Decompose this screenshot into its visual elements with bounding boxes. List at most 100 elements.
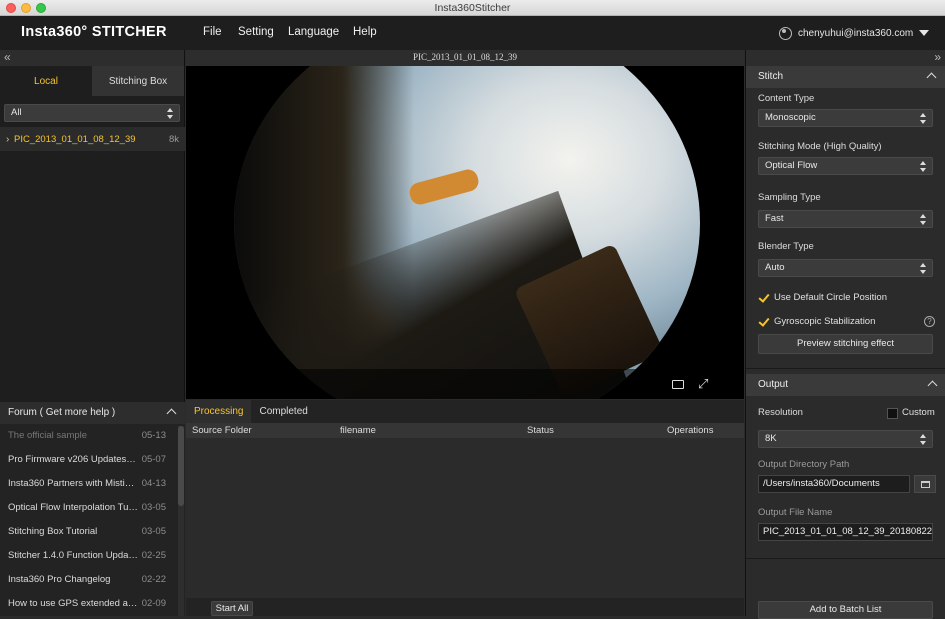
column-status[interactable]: Status [527,423,554,438]
file-name: PIC_2013_01_01_08_12_39 [14,134,136,145]
blender-type-label: Blender Type [758,241,814,252]
output-section-title: Output [758,379,789,390]
resolution-value: 8K [765,433,777,444]
checkmark-icon[interactable] [758,292,769,303]
select-arrows-icon [920,263,926,274]
folder-icon [921,481,930,488]
stitch-section-header[interactable]: Stitch [746,66,945,88]
user-account-menu[interactable]: chenyuhui@insta360.com [779,25,930,41]
menu-language[interactable]: Language [288,26,339,38]
screen-mode-icon[interactable] [672,380,684,389]
file-list-item[interactable]: › PIC_2013_01_01_08_12_39 8k [0,127,185,151]
select-arrows-icon [920,161,926,172]
chevron-up-icon[interactable] [926,72,937,83]
forum-item[interactable]: Optical Flow Interpolation Tutor... 03-05 [0,496,176,520]
select-arrows-icon [167,108,173,119]
help-icon[interactable]: ? [924,316,935,327]
column-filename[interactable]: filename [340,423,376,438]
app-logo: Insta360° STITCHER [21,24,167,40]
menu-file[interactable]: File [203,26,222,38]
chevron-right-icon[interactable]: › [6,134,9,145]
output-file-field[interactable]: PIC_2013_01_01_08_12_39_2018082217 [758,523,933,541]
forum-scroll-thumb[interactable] [178,426,184,506]
column-operations[interactable]: Operations [667,423,713,438]
forum-title: Forum ( Get more help ) [8,407,116,418]
processing-panel: Processing Completed Source Folder filen… [186,400,744,616]
forum-item-date: 02-09 [141,598,166,609]
window-titlebar: Insta360Stitcher [0,0,945,16]
window-title: Insta360Stitcher [434,2,511,14]
forum-item[interactable]: Stitching Box Tutorial 03-05 [0,520,176,544]
content-type-label: Content Type [758,93,815,104]
output-section-header[interactable]: Output [746,374,945,396]
stitch-section-title: Stitch [758,71,784,82]
resolution-select[interactable]: 8K [758,430,933,448]
right-panel: » Stitch Content Type Monoscopic Stitchi… [745,50,945,619]
output-file-label: Output File Name [758,507,833,518]
add-to-batch-button[interactable]: Add to Batch List [758,601,933,619]
app-menubar: Insta360° STITCHER File Setting Language… [0,16,945,50]
sampling-type-select[interactable]: Fast [758,210,933,228]
forum-scrollbar[interactable] [178,426,184,616]
forum-item-date: 03-05 [141,526,166,537]
preview-title: PIC_2013_01_01_08_12_39 [186,50,744,66]
tab-processing[interactable]: Processing [186,400,252,423]
collapse-right-panel-button[interactable]: » [746,50,945,66]
forum-item-date: 02-25 [141,550,166,561]
tab-completed[interactable]: Completed [251,400,315,423]
file-filter-select[interactable]: All [4,104,180,122]
forum-header[interactable]: Forum ( Get more help ) [0,402,185,424]
menu-setting[interactable]: Setting [238,26,274,38]
tab-local[interactable]: Local [0,66,92,96]
output-dir-label: Output Directory Path [758,459,850,470]
processing-tabs: Processing Completed [186,400,744,423]
checkmark-icon[interactable] [758,316,769,327]
section-divider [746,368,945,369]
select-arrows-icon [920,113,926,124]
forum-item-title: Stitcher 1.4.0 Function Updates [8,550,138,561]
collapse-left-panel-button[interactable]: « [0,50,184,66]
menu-help[interactable]: Help [353,26,377,38]
fullscreen-icon[interactable]: ⤢ [698,377,712,391]
blender-type-value: Auto [765,262,785,273]
forum-item-title: Pro Firmware v206 Updates info [8,454,138,465]
file-size: 8k [168,134,179,145]
forum-item-date: 04-13 [141,478,166,489]
default-circle-checkbox[interactable]: Use Default Circle Position [758,290,887,304]
output-dir-field[interactable]: /Users/insta360/Documents [758,475,910,493]
select-arrows-icon [920,214,926,225]
forum-item[interactable]: The official sample 05-13 [0,424,176,448]
forum-panel: Forum ( Get more help ) The official sam… [0,402,185,616]
custom-resolution-checkbox[interactable] [887,408,898,419]
forum-item-date: 02-22 [141,574,166,585]
forum-item-title: Optical Flow Interpolation Tutor... [8,502,138,513]
forum-item-title: Insta360 Pro Changelog [8,574,111,585]
tab-stitching-box[interactable]: Stitching Box [92,66,184,96]
preview-viewport[interactable]: ⤢ [186,66,744,399]
resolution-label: Resolution [758,407,803,418]
chevron-up-icon[interactable] [927,380,938,391]
stitching-mode-select[interactable]: Optical Flow [758,157,933,175]
gyro-stabilization-checkbox[interactable]: Gyroscopic Stabilization [758,314,875,328]
preview-toolbar: ⤢ [186,369,744,399]
sampling-type-value: Fast [765,213,784,224]
processing-footer: Start All [186,598,744,616]
forum-item-title: How to use GPS extended acc... [8,598,138,609]
sampling-type-label: Sampling Type [758,192,821,203]
forum-item[interactable]: Pro Firmware v206 Updates info 05-07 [0,448,176,472]
preview-stitching-button[interactable]: Preview stitching effect [758,334,933,354]
blender-type-select[interactable]: Auto [758,259,933,277]
forum-item[interactable]: Insta360 Pro Changelog 02-22 [0,568,176,592]
chevron-up-icon[interactable] [166,408,177,419]
forum-item-title: The official sample [8,430,88,441]
start-all-button[interactable]: Start All [211,601,253,616]
forum-item-date: 05-13 [141,430,166,441]
browse-folder-button[interactable] [914,475,936,493]
content-type-select[interactable]: Monoscopic [758,109,933,127]
forum-item[interactable]: How to use GPS extended acc... 02-09 [0,592,176,616]
select-arrows-icon [920,434,926,445]
forum-item[interactable]: Stitcher 1.4.0 Function Updates 02-25 [0,544,176,568]
forum-item[interactable]: Insta360 Partners with Mistika ... 04-13 [0,472,176,496]
column-source-folder[interactable]: Source Folder [192,423,252,438]
content-type-value: Monoscopic [765,112,816,123]
